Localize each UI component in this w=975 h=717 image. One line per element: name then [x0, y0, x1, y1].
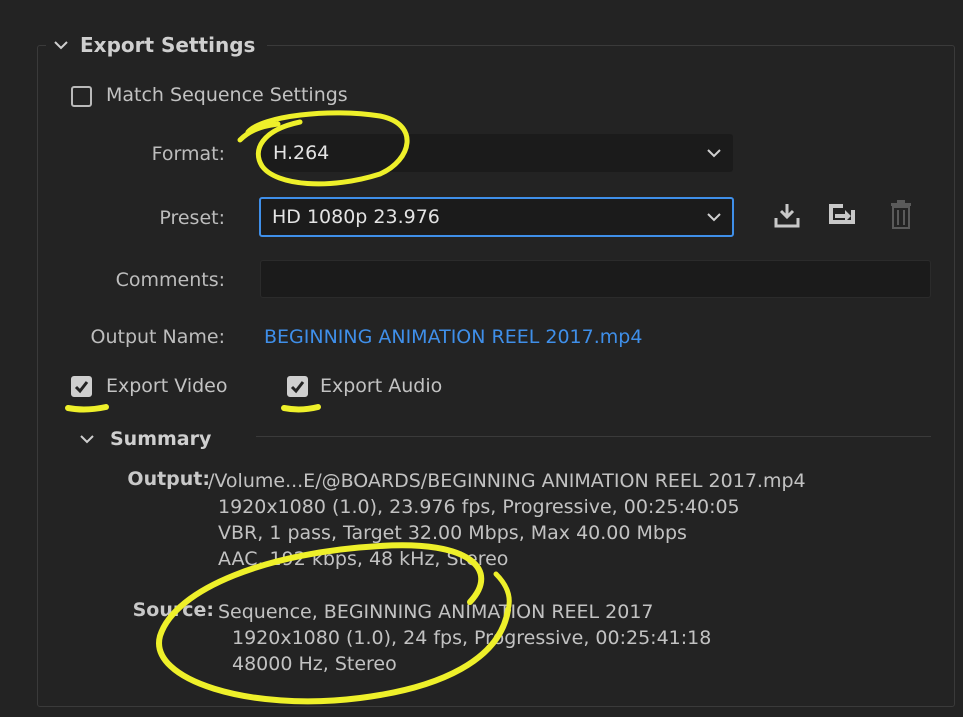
checkmark-icon: [290, 381, 305, 394]
format-label: Format:: [151, 143, 225, 165]
summary-output-line: /Volume...E/@BOARDS/BEGINNING ANIMATION …: [208, 470, 806, 492]
summary-title: Summary: [110, 428, 212, 450]
format-value: H.264: [273, 142, 330, 164]
summary-output-line: VBR, 1 pass, Target 32.00 Mbps, Max 40.0…: [218, 522, 687, 544]
summary-source-lines: Sequence, BEGINNING ANIMATION REEL 2017 …: [218, 599, 711, 677]
output-name-link[interactable]: BEGINNING ANIMATION REEL 2017.mp4: [264, 326, 642, 348]
match-sequence-label[interactable]: Match Sequence Settings: [106, 84, 348, 106]
export-audio-checkbox[interactable]: [287, 376, 308, 397]
export-settings-panel: Export Settings Match Sequence Settings …: [0, 0, 963, 717]
chevron-down-icon[interactable]: [72, 424, 102, 454]
summary-output-key: Output:: [127, 468, 210, 490]
summary-divider: [256, 436, 931, 437]
output-name-label: Output Name:: [90, 326, 226, 348]
export-video-checkbox[interactable]: [71, 376, 92, 397]
delete-preset-icon[interactable]: [886, 200, 916, 230]
import-preset-icon[interactable]: [827, 200, 857, 230]
export-settings-header[interactable]: Export Settings: [46, 28, 268, 62]
export-settings-title: Export Settings: [80, 33, 256, 57]
summary-source-line: Sequence, BEGINNING ANIMATION REEL 2017: [218, 601, 654, 623]
chevron-down-icon: [707, 149, 721, 158]
summary-header[interactable]: Summary: [72, 424, 211, 454]
match-sequence-checkbox[interactable]: [71, 86, 92, 107]
format-dropdown[interactable]: H.264: [260, 134, 733, 172]
comments-label: Comments:: [115, 269, 225, 291]
checkmark-icon: [74, 381, 89, 394]
chevron-down-icon: [707, 213, 721, 222]
export-video-label[interactable]: Export Video: [106, 375, 227, 397]
comments-input[interactable]: [260, 260, 931, 298]
preset-dropdown[interactable]: HD 1080p 23.976: [259, 197, 734, 237]
summary-output-line: 1920x1080 (1.0), 23.976 fps, Progressive…: [218, 496, 740, 518]
preset-value: HD 1080p 23.976: [272, 206, 440, 228]
summary-source-line: 48000 Hz, Stereo: [232, 653, 397, 675]
summary-output-line: AAC, 192 kbps, 48 kHz, Stereo: [218, 548, 509, 570]
chevron-down-icon[interactable]: [46, 30, 76, 60]
preset-label: Preset:: [159, 207, 225, 229]
summary-source-line: 1920x1080 (1.0), 24 fps, Progressive, 00…: [232, 627, 712, 649]
export-audio-label[interactable]: Export Audio: [320, 375, 442, 397]
save-preset-icon[interactable]: [772, 200, 802, 230]
summary-source-key: Source:: [132, 599, 214, 621]
summary-output-lines: /Volume...E/@BOARDS/BEGINNING ANIMATION …: [208, 468, 806, 572]
